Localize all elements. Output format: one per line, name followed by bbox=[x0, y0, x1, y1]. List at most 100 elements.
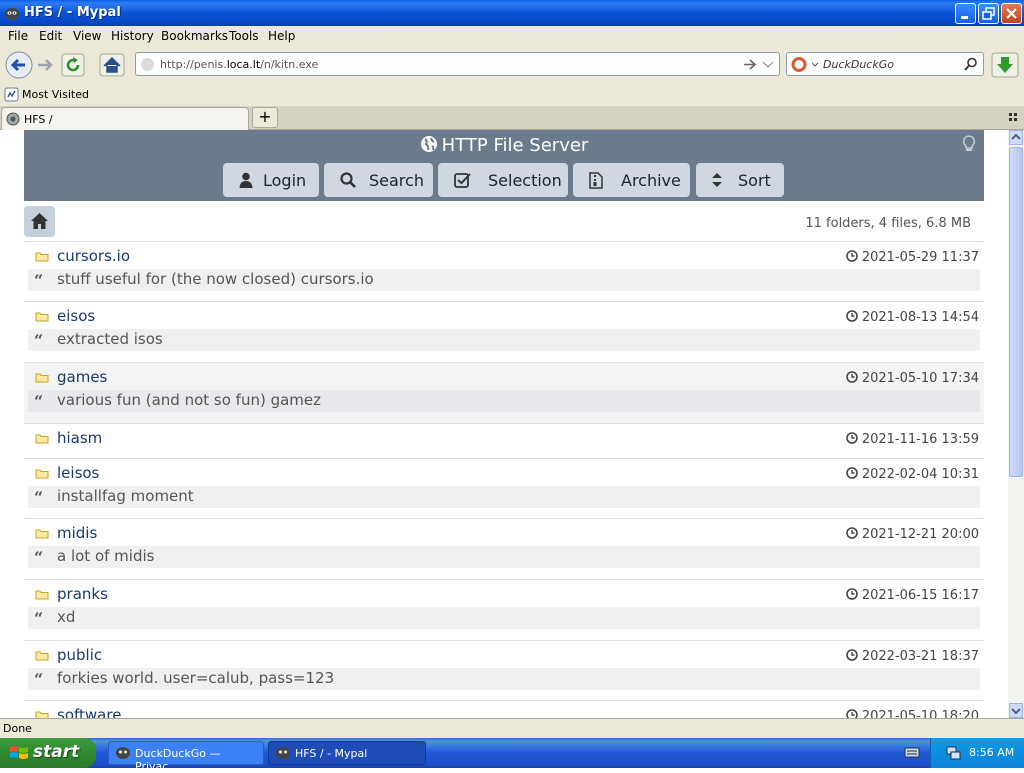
item-date: 2021-11-16 13:59 bbox=[846, 432, 979, 447]
item-name[interactable]: eisos bbox=[57, 307, 95, 325]
item-comment: “various fun (and not so fun) gamez bbox=[28, 390, 980, 412]
tab-list-icon[interactable] bbox=[1008, 112, 1020, 124]
folder-icon bbox=[35, 529, 49, 539]
list-item[interactable]: hiasm 2021-11-16 13:59 bbox=[24, 423, 984, 459]
duckduckgo-engine-icon[interactable] bbox=[791, 56, 821, 73]
new-tab-button[interactable]: + bbox=[252, 107, 278, 128]
archive-button[interactable]: Archive bbox=[573, 163, 690, 197]
folder-icon bbox=[35, 590, 49, 600]
file-archive-icon bbox=[589, 172, 603, 189]
lightbulb-icon[interactable] bbox=[962, 135, 976, 153]
quote-icon: “ bbox=[34, 670, 44, 689]
list-item[interactable]: games 2021-05-10 17:34 “various fun (and… bbox=[24, 362, 984, 424]
downloads-icon[interactable] bbox=[991, 52, 1019, 78]
home-folder-button[interactable] bbox=[24, 206, 55, 237]
item-name[interactable]: public bbox=[57, 646, 102, 664]
item-comment: “xd bbox=[28, 607, 980, 629]
clock-icon bbox=[846, 371, 858, 383]
magnifier-icon bbox=[340, 172, 356, 188]
start-button[interactable]: start bbox=[0, 738, 96, 768]
scroll-down-arrow[interactable] bbox=[1009, 703, 1023, 718]
taskbar-item-hfs[interactable]: HFS / - Mypal bbox=[268, 741, 426, 765]
item-date: 2022-03-21 18:37 bbox=[846, 649, 979, 664]
item-date: 2021-08-13 14:54 bbox=[846, 310, 979, 325]
sort-button[interactable]: Sort bbox=[696, 163, 784, 197]
back-icon[interactable] bbox=[5, 51, 33, 79]
navigation-toolbar: http://penis.loca.lt/n/kitn.exe DuckDuck… bbox=[0, 46, 1024, 84]
item-date: 2021-05-10 17:34 bbox=[846, 371, 979, 386]
taskbar: start DuckDuckGo — Privac... HFS / - Myp… bbox=[0, 738, 1024, 773]
tab-label: HFS / bbox=[24, 113, 53, 126]
close-button[interactable] bbox=[1001, 3, 1022, 24]
scrollbar-thumb[interactable] bbox=[1009, 147, 1023, 477]
page-content: HTTP File Server Login Search Selection … bbox=[0, 130, 1008, 718]
item-date: 2021-06-15 16:17 bbox=[846, 588, 979, 603]
keyboard-icon[interactable] bbox=[904, 746, 920, 759]
window-title: HFS / - Mypal bbox=[24, 5, 121, 20]
item-name[interactable]: software bbox=[57, 706, 121, 718]
sort-icon bbox=[712, 173, 722, 187]
menu-bar: File Edit View History Bookmarks Tools H… bbox=[0, 26, 1024, 46]
tab-hfs[interactable]: HFS / bbox=[1, 107, 249, 130]
menu-view[interactable]: View bbox=[73, 29, 101, 43]
item-name[interactable]: midis bbox=[57, 524, 97, 542]
list-item[interactable]: software 2021-05-10 18:20 bbox=[24, 700, 984, 718]
list-item[interactable]: eisos 2021-08-13 14:54 “extracted isos bbox=[24, 301, 984, 363]
selection-button[interactable]: Selection bbox=[438, 163, 568, 197]
menu-file[interactable]: File bbox=[8, 29, 28, 43]
item-name[interactable]: pranks bbox=[57, 585, 108, 603]
mypal-app-icon bbox=[276, 747, 290, 759]
login-button[interactable]: Login bbox=[223, 163, 319, 197]
menu-edit[interactable]: Edit bbox=[39, 29, 62, 43]
sort-label: Sort bbox=[738, 171, 771, 190]
scroll-up-arrow[interactable] bbox=[1009, 130, 1023, 145]
item-name[interactable]: leisos bbox=[57, 464, 99, 482]
close-icon bbox=[1006, 8, 1017, 19]
minimize-button[interactable] bbox=[955, 3, 976, 24]
start-label: start bbox=[33, 742, 80, 762]
bookmark-most-visited[interactable]: Most Visited bbox=[22, 88, 89, 101]
clock-icon bbox=[846, 467, 858, 479]
list-item[interactable]: cursors.io 2021-05-29 11:37 “stuff usefu… bbox=[24, 241, 984, 302]
search-icon[interactable] bbox=[964, 57, 978, 71]
search-button[interactable]: Search bbox=[324, 163, 433, 197]
mypal-app-icon bbox=[5, 8, 19, 20]
menu-history[interactable]: History bbox=[111, 29, 154, 43]
site-identity-icon bbox=[141, 58, 154, 71]
folder-icon bbox=[35, 434, 49, 444]
item-name[interactable]: cursors.io bbox=[57, 247, 130, 265]
vertical-scrollbar[interactable] bbox=[1008, 130, 1024, 718]
home-icon[interactable] bbox=[99, 53, 125, 77]
item-comment: “installfag moment bbox=[28, 486, 980, 508]
reload-icon[interactable] bbox=[61, 53, 85, 77]
scroll-up-icon bbox=[1011, 133, 1021, 140]
restore-button[interactable] bbox=[978, 3, 999, 24]
plus-icon: + bbox=[258, 107, 272, 126]
globe-icon bbox=[420, 136, 437, 152]
clock-icon bbox=[846, 588, 858, 600]
list-item[interactable]: leisos 2022-02-04 10:31 “installfag mome… bbox=[24, 458, 984, 519]
list-item[interactable]: public 2022-03-21 18:37 “forkies world. … bbox=[24, 640, 984, 701]
menu-help[interactable]: Help bbox=[268, 29, 295, 43]
item-name[interactable]: games bbox=[57, 368, 107, 386]
forward-icon[interactable] bbox=[35, 55, 55, 75]
list-item[interactable]: pranks 2021-06-15 16:17 “xd bbox=[24, 579, 984, 641]
list-item[interactable]: midis 2021-12-21 20:00 “a lot of midis bbox=[24, 518, 984, 580]
menu-tools[interactable]: Tools bbox=[229, 29, 259, 43]
item-comment: “extracted isos bbox=[28, 329, 980, 351]
taskbar-item-duckduckgo[interactable]: DuckDuckGo — Privac... bbox=[108, 741, 264, 773]
go-arrow-icon[interactable] bbox=[743, 58, 757, 71]
window-title-bar[interactable]: HFS / - Mypal bbox=[0, 0, 1024, 26]
bookmarks-toolbar: Most Visited bbox=[0, 84, 1024, 106]
menu-bookmarks[interactable]: Bookmarks bbox=[161, 29, 228, 43]
search-placeholder: DuckDuckGo bbox=[823, 58, 894, 71]
network-icon[interactable] bbox=[945, 745, 961, 761]
mypal-app-icon bbox=[116, 747, 130, 759]
address-bar[interactable]: http://penis.loca.lt/n/kitn.exe bbox=[135, 52, 780, 76]
search-bar[interactable]: DuckDuckGo bbox=[786, 52, 984, 76]
folder-summary: 11 folders, 4 files, 6.8 MB bbox=[805, 216, 971, 231]
url-dropdown-icon[interactable] bbox=[762, 61, 774, 69]
clock-icon bbox=[846, 709, 858, 718]
item-name[interactable]: hiasm bbox=[57, 429, 102, 447]
quote-icon: “ bbox=[34, 271, 44, 290]
